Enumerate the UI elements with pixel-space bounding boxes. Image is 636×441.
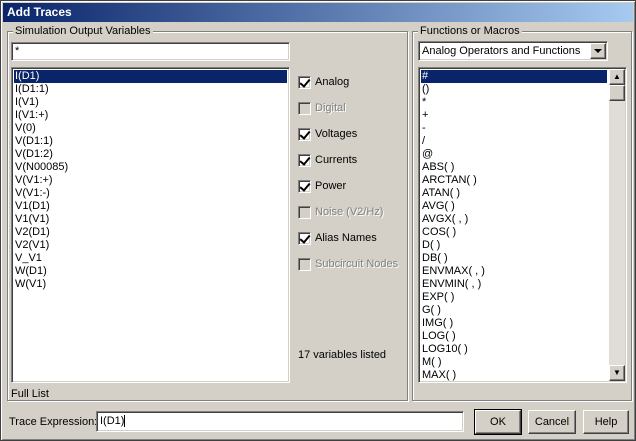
option-noise-v2-hz-checkbox: Noise (V2/Hz) bbox=[298, 205, 383, 219]
option-currents-checkbox[interactable]: Currents bbox=[298, 153, 357, 167]
sim-vars-group-label: Simulation Output Variables bbox=[13, 25, 153, 37]
variable-list-item[interactable]: V2(D1) bbox=[14, 226, 287, 239]
variable-list-item[interactable]: V(0) bbox=[14, 122, 287, 135]
function-list-item[interactable]: / bbox=[421, 135, 607, 148]
checkbox-box[interactable] bbox=[298, 179, 311, 193]
function-list-item[interactable]: LOG( ) bbox=[421, 330, 607, 343]
function-list-item[interactable]: ARCTAN( ) bbox=[421, 174, 607, 187]
function-list-item[interactable]: LOG10( ) bbox=[421, 343, 607, 356]
checkbox-box[interactable] bbox=[298, 127, 311, 141]
option-analog-checkbox[interactable]: Analog bbox=[298, 75, 349, 89]
function-list-item[interactable]: @ bbox=[421, 148, 607, 161]
function-list-item[interactable]: + bbox=[421, 109, 607, 122]
function-list-item[interactable]: COS( ) bbox=[421, 226, 607, 239]
window-title: Add Traces bbox=[7, 5, 72, 19]
function-list-item[interactable]: # bbox=[421, 70, 607, 83]
arrow-up-icon: ▲ bbox=[613, 72, 621, 81]
option-subcircuit-nodes-checkbox: Subcircuit Nodes bbox=[298, 257, 398, 271]
variable-list-item[interactable]: V_V1 bbox=[14, 252, 287, 265]
functions-dropdown[interactable]: Analog Operators and Functions bbox=[418, 41, 608, 61]
trace-expression-label: Trace Expression: bbox=[9, 416, 98, 428]
variable-list-item[interactable]: V2(V1) bbox=[14, 239, 287, 252]
functions-group-label: Functions or Macros bbox=[418, 25, 522, 37]
variable-list-item[interactable]: I(D1:1) bbox=[14, 83, 287, 96]
functions-list[interactable]: #() * + - / @ ABS( ) ARCTAN( ) ATAN( ) AVG( ) AVGX… bbox=[418, 67, 627, 383]
variable-list-item[interactable]: V(D1:2) bbox=[14, 148, 287, 161]
function-list-item[interactable]: ENVMAX( , ) bbox=[421, 265, 607, 278]
dropdown-arrow-button[interactable] bbox=[590, 43, 606, 59]
checkbox-label: Subcircuit Nodes bbox=[315, 257, 399, 270]
function-list-item[interactable]: G( ) bbox=[421, 304, 607, 317]
function-list-item[interactable]: AVG( ) bbox=[421, 200, 607, 213]
function-list-item[interactable]: ENVMIN( , ) bbox=[421, 278, 607, 291]
function-list-item[interactable]: * bbox=[421, 96, 607, 109]
help-button[interactable]: Help bbox=[583, 410, 629, 434]
trace-expression-input[interactable]: I(D1) bbox=[96, 411, 464, 432]
function-list-item[interactable]: MAX( ) bbox=[421, 369, 607, 382]
checkbox-box[interactable] bbox=[298, 75, 311, 89]
option-digital-checkbox: Digital bbox=[298, 101, 346, 115]
variable-list-item[interactable]: V(V1:+) bbox=[14, 174, 287, 187]
variable-list-item[interactable]: V(D1:1) bbox=[14, 135, 287, 148]
variable-count-text: 17 variables listed bbox=[298, 349, 387, 361]
checkbox-label: Digital bbox=[315, 101, 346, 114]
function-list-item[interactable]: D( ) bbox=[421, 239, 607, 252]
variable-list-item[interactable]: V(N00085) bbox=[14, 161, 287, 174]
function-list-item[interactable]: AVGX( , ) bbox=[421, 213, 607, 226]
checkbox-label: Analog bbox=[315, 75, 350, 88]
variable-list-item[interactable]: V1(D1) bbox=[14, 200, 287, 213]
function-list-item[interactable]: EXP( ) bbox=[421, 291, 607, 304]
variable-list-item[interactable]: W(V1) bbox=[14, 278, 287, 291]
option-voltages-checkbox[interactable]: Voltages bbox=[298, 127, 357, 141]
checkbox-label: Alias Names bbox=[315, 231, 377, 244]
option-power-checkbox[interactable]: Power bbox=[298, 179, 346, 193]
variable-list-item[interactable]: V(V1:-) bbox=[14, 187, 287, 200]
variable-filter-value: * bbox=[15, 45, 20, 57]
scroll-thumb[interactable] bbox=[609, 85, 625, 101]
variable-list-item[interactable]: W(D1) bbox=[14, 265, 287, 278]
cancel-button[interactable]: Cancel bbox=[528, 410, 576, 434]
checkbox-box[interactable] bbox=[298, 153, 311, 167]
variable-list-item[interactable]: I(V1:+) bbox=[14, 109, 287, 122]
title-bar: Add Traces bbox=[3, 3, 633, 22]
checkbox-label: Power bbox=[315, 179, 347, 192]
function-list-item[interactable]: DB( ) bbox=[421, 252, 607, 265]
function-list-item[interactable]: ABS( ) bbox=[421, 161, 607, 174]
function-list-item[interactable]: IMG( ) bbox=[421, 317, 607, 330]
function-list-item[interactable]: ATAN( ) bbox=[421, 187, 607, 200]
checkbox-label: Voltages bbox=[315, 127, 358, 140]
option-alias-names-checkbox[interactable]: Alias Names bbox=[298, 231, 377, 245]
checkbox-box bbox=[298, 257, 311, 271]
variables-list[interactable]: I(D1) I(D1:1) I(V1) I(V1:+) V(0) V(D1:1) V(D1:… bbox=[11, 67, 290, 383]
ok-button[interactable]: OK bbox=[474, 409, 522, 435]
function-list-item[interactable]: () bbox=[421, 83, 607, 96]
trace-expression-value: I(D1) bbox=[100, 415, 125, 427]
text-cursor bbox=[124, 415, 126, 428]
chevron-down-icon bbox=[594, 49, 602, 53]
checkbox-box bbox=[298, 205, 311, 219]
function-list-item[interactable]: M( ) bbox=[421, 356, 607, 369]
functions-dropdown-value: Analog Operators and Functions bbox=[422, 45, 581, 57]
add-traces-dialog: Add Traces Simulation Output Variables *… bbox=[0, 0, 636, 441]
checkbox-box[interactable] bbox=[298, 231, 311, 245]
checkbox-label: Currents bbox=[315, 153, 358, 166]
scroll-up-button[interactable]: ▲ bbox=[609, 69, 625, 85]
variable-filter-input[interactable]: * bbox=[11, 42, 290, 61]
arrow-down-icon: ▼ bbox=[613, 368, 621, 377]
function-list-item[interactable]: - bbox=[421, 122, 607, 135]
variable-list-item[interactable]: I(V1) bbox=[14, 96, 287, 109]
functions-scrollbar[interactable]: ▲ ▼ bbox=[609, 69, 625, 381]
scroll-down-button[interactable]: ▼ bbox=[609, 365, 625, 381]
variable-list-item[interactable]: I(D1) bbox=[14, 70, 287, 83]
checkbox-label: Noise (V2/Hz) bbox=[315, 205, 384, 218]
full-list-label: Full List bbox=[11, 388, 49, 400]
checkbox-box bbox=[298, 101, 311, 115]
variable-list-item[interactable]: V1(V1) bbox=[14, 213, 287, 226]
